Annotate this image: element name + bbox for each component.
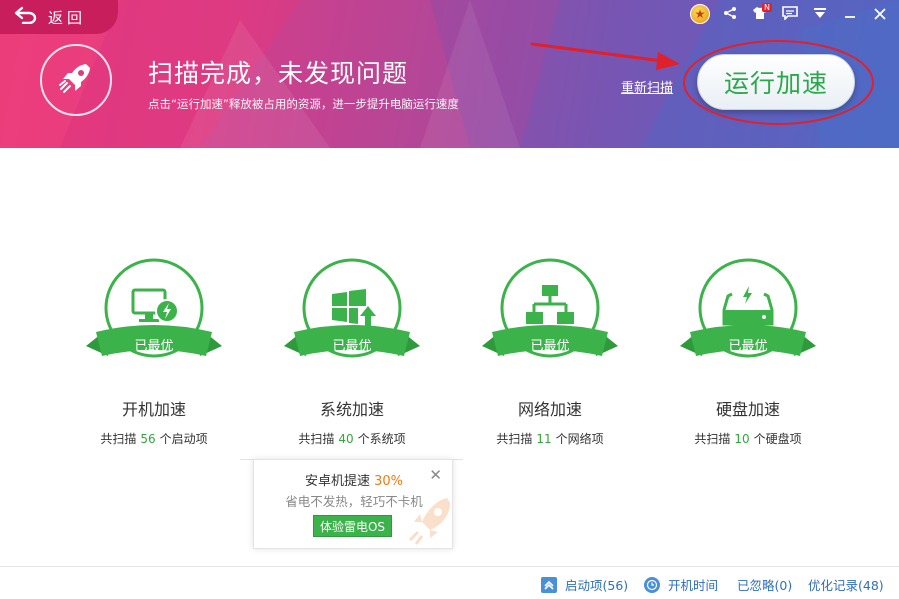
count-prefix: 共扫描 — [100, 432, 137, 446]
status-badge: 已最优 — [332, 339, 372, 354]
item-scan-count: 共扫描 11 个网络项 — [470, 430, 630, 447]
count-prefix: 共扫描 — [298, 432, 335, 446]
item-name: 网络加速 — [517, 400, 582, 419]
menu-dropdown-icon — [813, 5, 827, 24]
item-name: 硬盘加速 — [715, 400, 780, 419]
history-link[interactable]: 优化记录(48) — [808, 575, 884, 594]
popup-close-icon[interactable]: ✕ — [429, 466, 442, 484]
close-icon — [874, 5, 886, 24]
result-header: 返回 扫描完成，未发现问题 点击“运行加速”释放被占用的资源，进一步提升电脑运行… — [0, 0, 899, 148]
boot-time-link[interactable]: 开机时间 — [644, 575, 718, 594]
run-speedup-button[interactable]: 运行加速 — [697, 54, 855, 110]
count-suffix: 个启动项 — [159, 432, 208, 446]
optimal-badge: 已最优 — [668, 256, 828, 376]
clock-icon — [644, 576, 660, 593]
status-bar: 启动项(56) 开机时间 已忽略(0) 优化记录(48) — [0, 566, 899, 599]
status-badge: 已最优 — [530, 339, 570, 354]
optimal-badge: 已最优 — [272, 256, 432, 376]
feedback-button[interactable] — [775, 2, 805, 26]
share-button[interactable] — [715, 2, 745, 26]
item-name: 系统加速 — [319, 400, 384, 419]
medal-button[interactable]: ★ — [685, 2, 715, 26]
back-arrow-icon — [14, 6, 38, 28]
startup-items-link[interactable]: 启动项(56) — [541, 575, 628, 594]
share-icon — [723, 5, 737, 24]
count-number: 40 — [338, 432, 354, 446]
status-badge: 已最优 — [134, 339, 174, 354]
network-icon — [526, 284, 574, 332]
item-name: 开机加速 — [121, 400, 186, 419]
notification-badge: N — [762, 3, 772, 12]
item-network-speedup: 已最优 网络加速 共扫描 11 个网络项 — [470, 256, 630, 446]
back-button[interactable]: 返回 — [0, 0, 118, 34]
windows-upgrade-icon — [330, 288, 378, 332]
popup-title: 安卓机提速 30% — [254, 470, 452, 489]
item-harddisk-speedup: 已最优 硬盘加速 共扫描 10 个硬盘项 — [668, 256, 828, 446]
promo-popup: 安卓机提速 30% 省电不发热，轻巧不卡机 体验雷电OS ✕ — [253, 459, 453, 549]
count-prefix: 共扫描 — [496, 432, 533, 446]
minimize-button[interactable] — [835, 2, 865, 26]
popup-subtitle: 省电不发热，轻巧不卡机 — [285, 494, 423, 509]
count-prefix: 共扫描 — [694, 432, 731, 446]
message-icon — [782, 5, 798, 24]
item-scan-count: 共扫描 56 个启动项 — [74, 430, 234, 447]
count-suffix: 个硬盘项 — [753, 432, 802, 446]
rocket-icon — [56, 58, 96, 102]
monitor-lightning-icon — [131, 286, 181, 334]
count-suffix: 个系统项 — [357, 432, 406, 446]
popup-title-text: 安卓机提速 — [304, 474, 370, 489]
harddisk-icon — [722, 284, 774, 332]
boot-time-label: 开机时间 — [668, 578, 719, 593]
menu-button[interactable] — [805, 2, 835, 26]
popup-percent: 30% — [374, 474, 404, 489]
count-number: 56 — [140, 432, 156, 446]
ignored-link[interactable]: 已忽略(0) — [737, 575, 792, 594]
title-bar-controls: ★ N — [685, 2, 895, 26]
try-os-button[interactable]: 体验雷电OS — [313, 515, 392, 537]
back-label: 返回 — [48, 8, 87, 27]
item-scan-count: 共扫描 10 个硬盘项 — [668, 430, 828, 447]
optimal-badge: 已最优 — [74, 256, 234, 376]
count-number: 10 — [734, 432, 750, 446]
page-subtitle: 点击“运行加速”释放被占用的资源，进一步提升电脑运行速度 — [148, 97, 459, 111]
startup-icon — [541, 576, 557, 593]
item-scan-count: 共扫描 40 个系统项 — [272, 430, 432, 447]
page-title: 扫描完成，未发现问题 — [148, 59, 409, 88]
rescan-link[interactable]: 重新扫描 — [621, 77, 673, 96]
optimal-badge: 已最优 — [470, 256, 630, 376]
medal-icon: ★ — [690, 4, 710, 24]
startup-items-label: 启动项(56) — [565, 578, 629, 593]
count-number: 11 — [536, 432, 552, 446]
item-system-speedup: 已最优 系统加速 共扫描 40 个系统项 — [272, 256, 432, 446]
skin-button[interactable]: N — [745, 2, 775, 26]
count-suffix: 个网络项 — [555, 432, 604, 446]
item-startup-speedup: 已最优 开机加速 共扫描 56 个启动项 — [74, 256, 234, 446]
status-badge: 已最优 — [728, 339, 768, 354]
minimize-icon — [844, 5, 856, 24]
rocket-emblem — [40, 44, 112, 116]
close-window-button[interactable] — [865, 2, 895, 26]
speedup-window: 返回 扫描完成，未发现问题 点击“运行加速”释放被占用的资源，进一步提升电脑运行… — [0, 0, 899, 599]
